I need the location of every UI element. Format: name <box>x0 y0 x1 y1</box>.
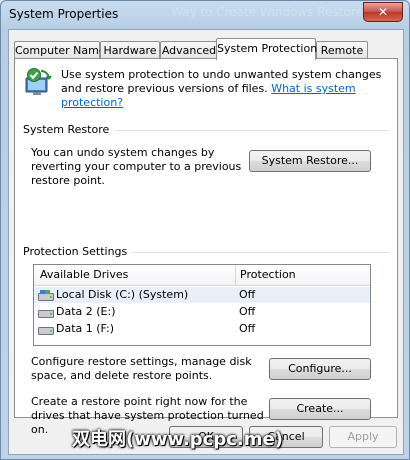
intro-description: Use system protection to undo unwanted s… <box>61 68 387 110</box>
tab-computer-name[interactable]: Computer Name <box>14 41 106 59</box>
close-button[interactable]: ✕ <box>363 2 403 22</box>
watermark: 双电网(www.pcpc.me) <box>72 429 283 450</box>
system-protection-icon <box>25 68 52 95</box>
tab-hardware[interactable]: Hardware <box>100 41 160 59</box>
tab-advanced[interactable]: Advanced <box>160 41 218 59</box>
tab-system-protection[interactable]: System Protection <box>216 38 317 60</box>
system-restore-button[interactable]: System Restore... <box>249 150 371 172</box>
title-bar[interactable]: System Properties Way to Create Windows … <box>1 1 409 29</box>
window-title: System Properties <box>9 7 119 21</box>
system-properties-window: System Properties Way to Create Windows … <box>0 0 410 460</box>
system-restore-description: You can undo system changes by reverting… <box>31 146 242 187</box>
apply-button[interactable]: Apply <box>329 426 397 448</box>
system-restore-label: System Restore <box>23 123 116 136</box>
protection-settings-group <box>23 252 389 412</box>
tab-remote[interactable]: Remote <box>316 41 368 59</box>
dialog-client-area: Computer Name Hardware Advanced System P… <box>8 29 404 455</box>
close-icon: ✕ <box>377 5 389 19</box>
system-protection-panel: Use system protection to undo unwanted s… <box>14 58 398 436</box>
